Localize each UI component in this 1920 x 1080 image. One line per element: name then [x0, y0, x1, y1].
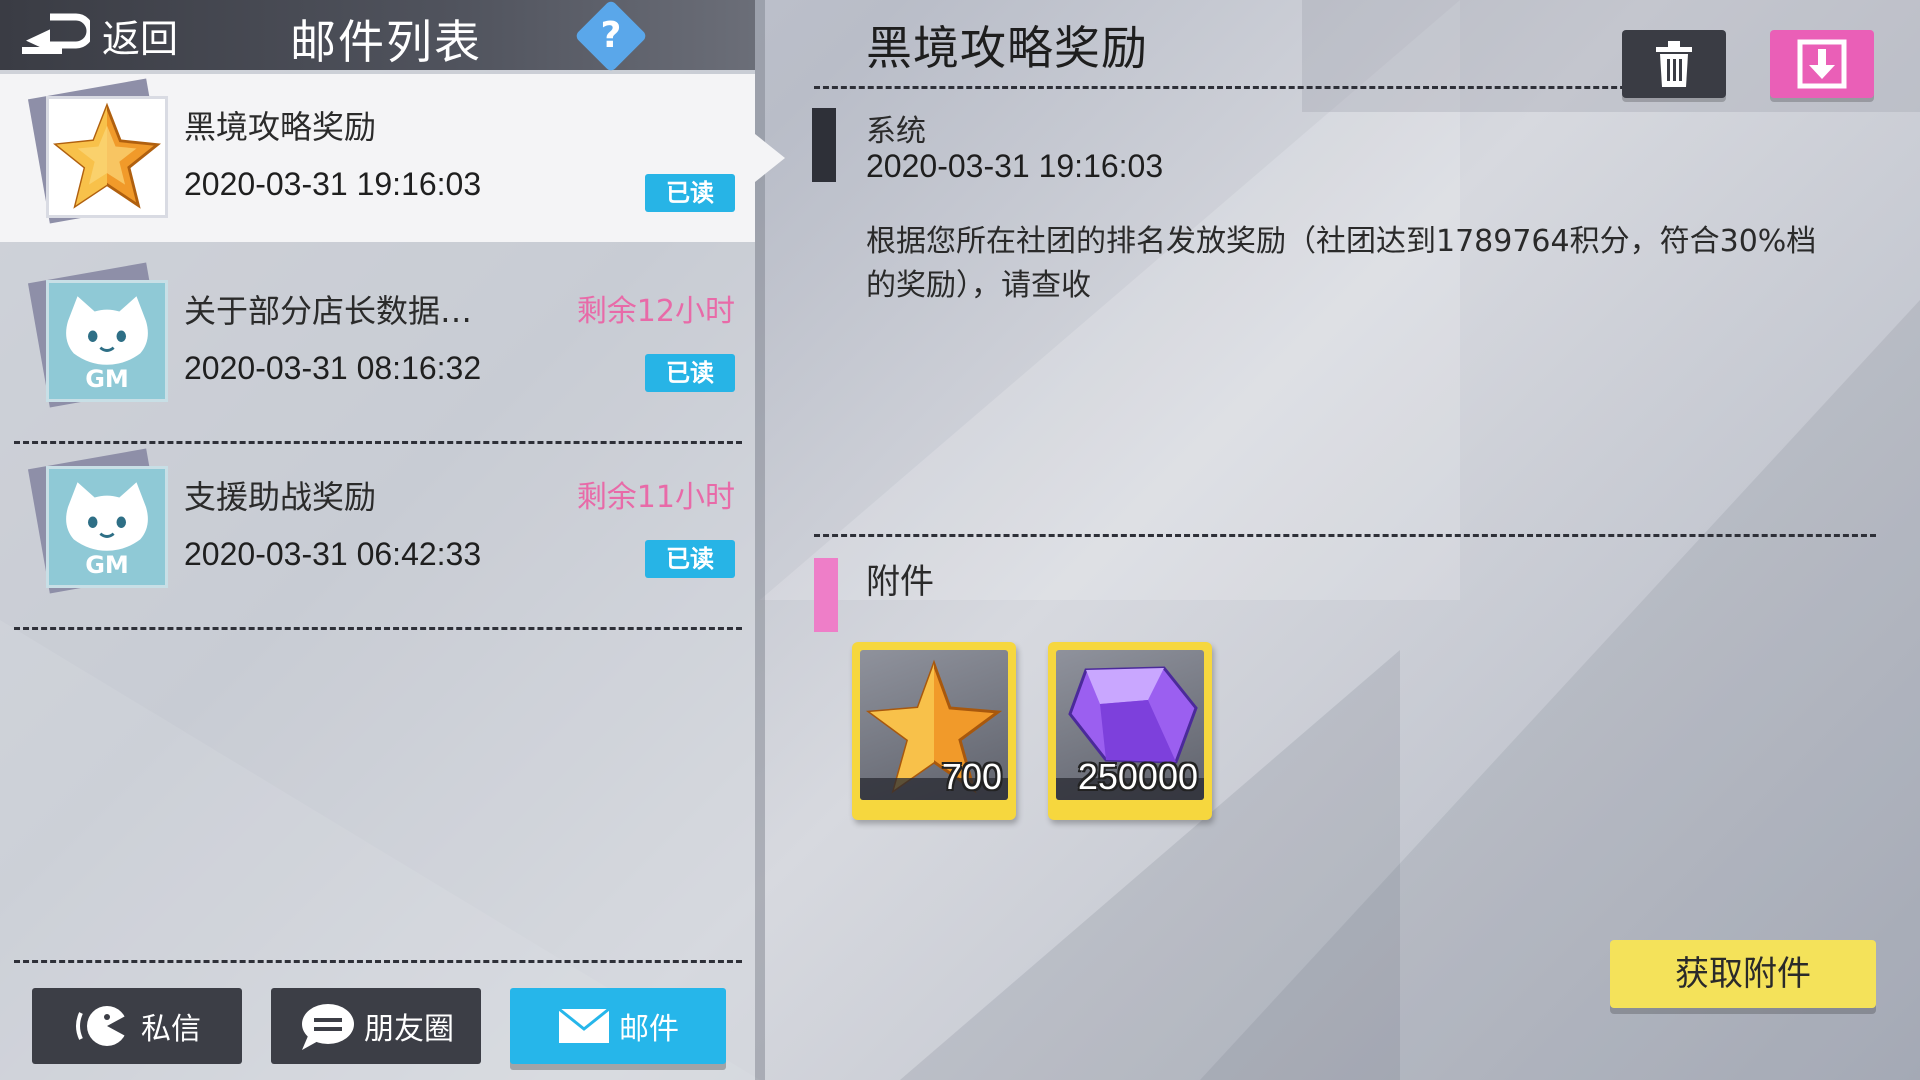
mail-sender: 系统: [866, 114, 926, 149]
tab-label: 私信: [141, 1012, 201, 1047]
trash-icon: [1656, 41, 1692, 87]
page-title: 邮件列表: [290, 15, 482, 69]
list-divider: [14, 627, 742, 630]
read-badge: 已读: [645, 354, 735, 392]
item-frame: 700: [860, 650, 1008, 800]
mail-title: 支援助战奖励: [184, 478, 377, 516]
mail-date: 2020-03-31 19:16:03: [184, 166, 482, 202]
gm-cat-icon: GM: [46, 466, 168, 588]
back-label: 返回: [102, 16, 179, 61]
mail-date: 2020-03-31 08:16:32: [184, 350, 482, 386]
tab-moments[interactable]: 朋友圈: [271, 988, 481, 1064]
item-quantity: 700: [941, 756, 1002, 797]
attachments-label: 附件: [866, 562, 934, 602]
mail-title: 黑境攻略奖励: [184, 108, 377, 146]
attachment-item[interactable]: 700: [852, 642, 1016, 820]
item-frame: 250000: [1056, 650, 1204, 800]
attachment-item[interactable]: 250000: [1048, 642, 1212, 820]
help-symbol: ?: [600, 15, 622, 56]
tab-label: 邮件: [619, 1012, 679, 1047]
chat-bubble-icon: [302, 1004, 354, 1050]
tab-label: 朋友圈: [364, 1012, 454, 1047]
private-message-icon: [76, 1006, 131, 1046]
mail-title: 关于部分店长数据…: [184, 292, 473, 330]
title-divider: [814, 86, 1644, 89]
gold-star-icon: [46, 96, 168, 218]
envelope-icon: [558, 1007, 610, 1043]
tabs-divider: [14, 960, 742, 963]
gm-label: GM: [85, 551, 129, 579]
delete-button[interactable]: [1622, 30, 1726, 98]
read-badge: 已读: [645, 174, 735, 212]
tab-mail[interactable]: 邮件: [510, 988, 726, 1064]
tab-private-messages[interactable]: 私信: [32, 988, 242, 1064]
download-icon: [1797, 39, 1847, 89]
claim-attachments-button[interactable]: 获取附件: [1610, 940, 1876, 1008]
mail-detail-date: 2020-03-31 19:16:03: [866, 148, 1164, 184]
mail-item-selected[interactable]: 黑境攻略奖励 2020-03-31 19:16:03 已读: [0, 74, 785, 242]
gm-cat-icon: GM: [46, 280, 168, 402]
collect-all-button[interactable]: [1770, 30, 1874, 98]
mail-item[interactable]: GM 支援助战奖励 剩余11小时 2020-03-31 06:42:33 已读: [0, 444, 755, 630]
read-badge: 已读: [645, 540, 735, 578]
mail-remaining-time: 剩余11小时: [576, 480, 735, 515]
back-button[interactable]: 返回: [20, 8, 178, 62]
back-arrow-icon: [22, 13, 90, 54]
mail-detail-title: 黑境攻略奖励: [866, 21, 1148, 75]
mail-item[interactable]: GM 关于部分店长数据… 剩余12小时 2020-03-31 08:16:32 …: [0, 258, 755, 444]
mail-body: 根据您所在社团的排名发放奖励（社团达到1789764积分，符合30%档的奖励），…: [866, 224, 1817, 303]
sender-marker: [812, 108, 836, 182]
mail-date: 2020-03-31 06:42:33: [184, 536, 482, 572]
item-quantity: 250000: [1077, 756, 1198, 797]
mail-list: 黑境攻略奖励 2020-03-31 19:16:03 已读 GM 关于部分店长数…: [0, 72, 785, 630]
help-icon[interactable]: ?: [574, 0, 648, 73]
mail-remaining-time: 剩余12小时: [576, 294, 735, 329]
attachments-marker: [814, 558, 838, 632]
gm-label: GM: [85, 365, 129, 393]
body-divider: [814, 534, 1876, 537]
top-bar: 返回 邮件列表 ?: [0, 0, 755, 73]
